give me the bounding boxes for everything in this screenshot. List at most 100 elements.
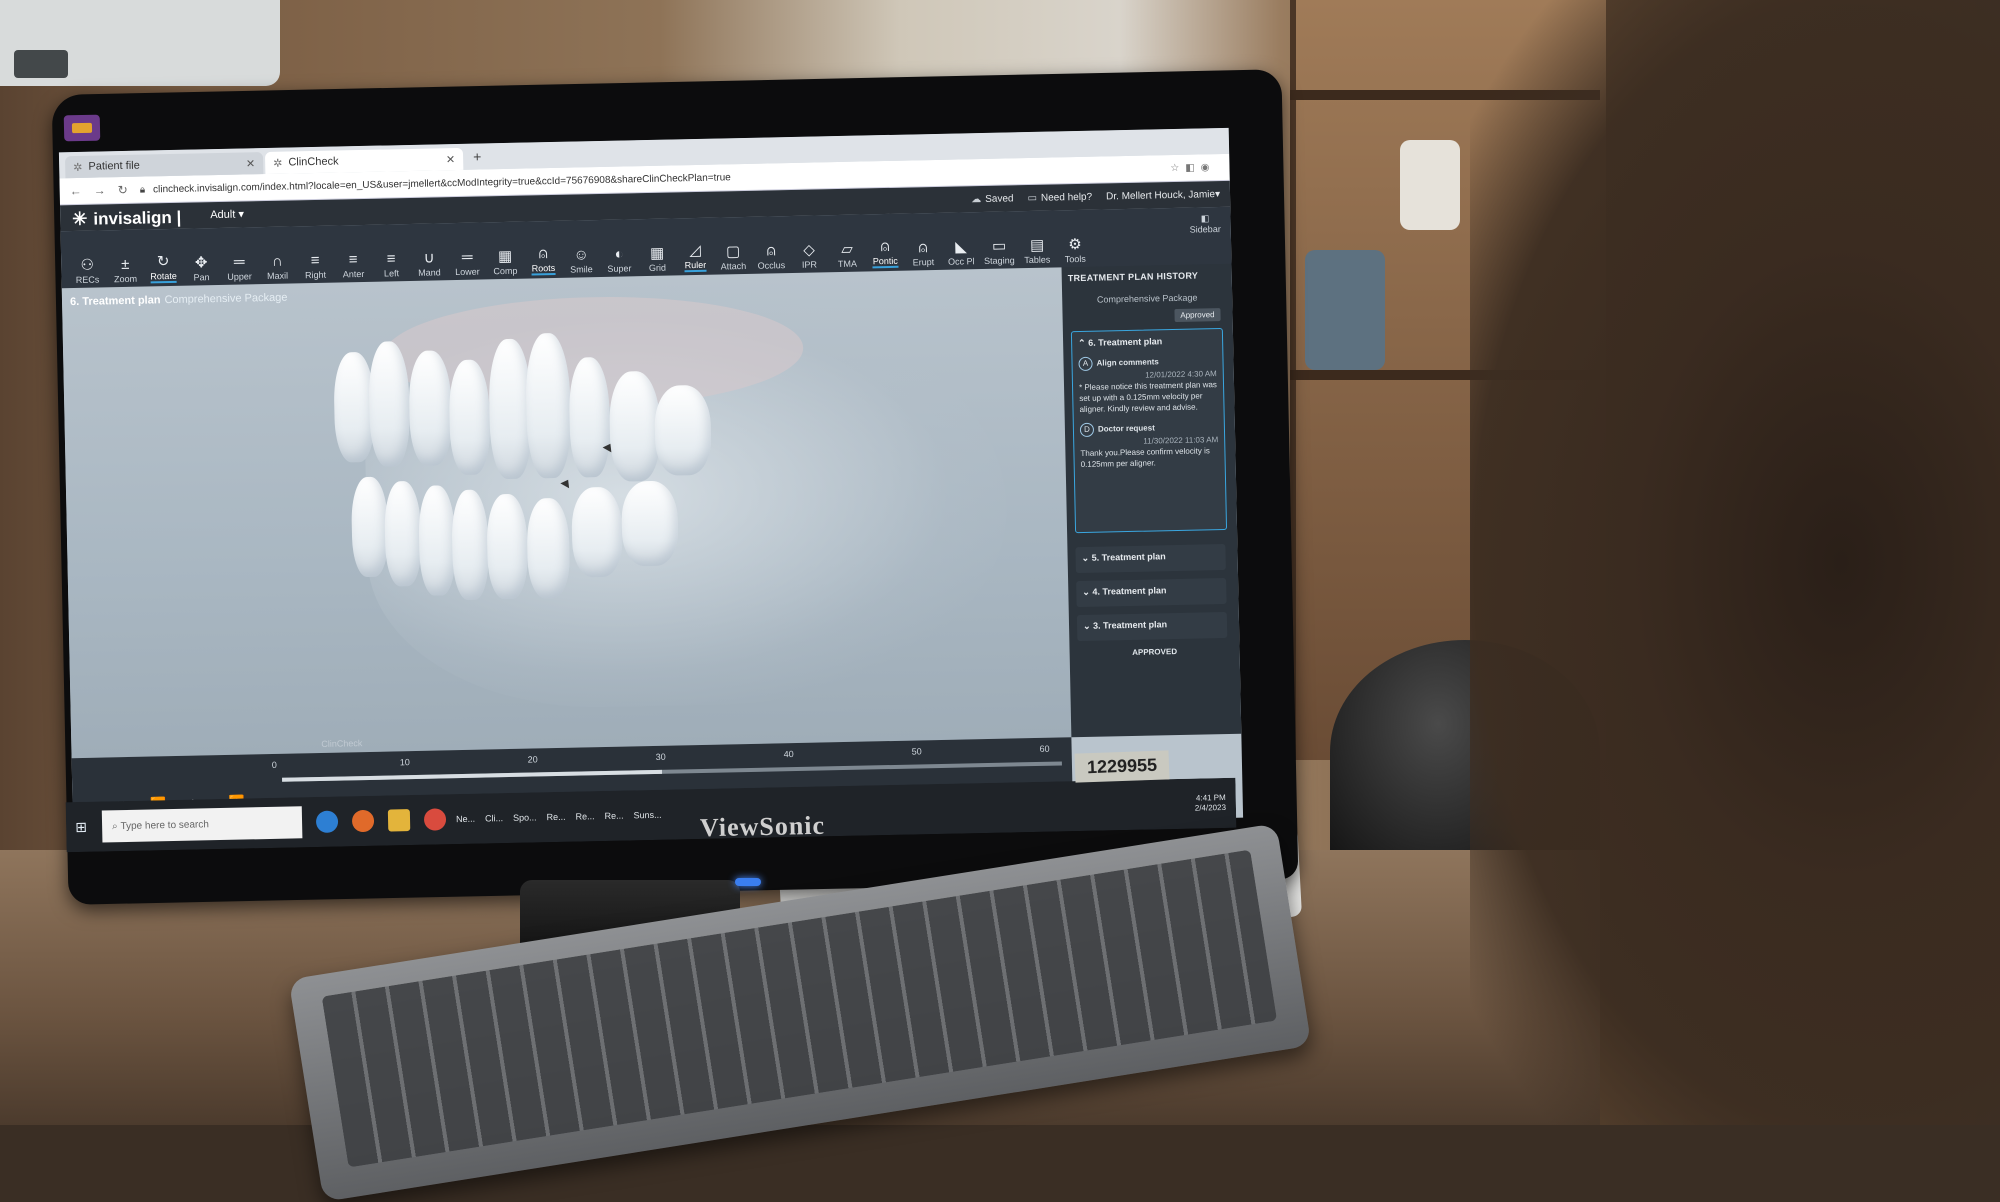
- tooth[interactable]: [653, 384, 712, 476]
- tooth[interactable]: [568, 356, 611, 478]
- taskbar-app[interactable]: Re...: [546, 812, 565, 822]
- chrome-icon[interactable]: [423, 808, 447, 831]
- tool-label: Attach: [720, 260, 747, 272]
- taskbar-search[interactable]: ⌕ Type here to search: [101, 806, 303, 843]
- timeline-tick-label: 20: [527, 754, 538, 765]
- tooth[interactable]: [350, 476, 389, 578]
- tooth[interactable]: [486, 493, 529, 600]
- firefox-icon[interactable]: [351, 809, 375, 833]
- screen: ✲ Patient file ✕ ✲ ClinCheck ✕ + ← → ↻ 🔒…: [58, 127, 1244, 843]
- comment-doctor: D Doctor request 11/30/2022 11:03 AM Than…: [1074, 418, 1225, 472]
- plan-6-card[interactable]: ⌃ 6. Treatment plan A Align comments 12/0…: [1070, 327, 1228, 534]
- tool-grid[interactable]: ▦ Grid: [639, 244, 676, 273]
- compare-icon: ▦: [497, 247, 513, 266]
- taskbar-app[interactable]: Re...: [604, 811, 623, 821]
- user-name: Dr. Mellert Houck, Jamie: [1105, 188, 1216, 202]
- clock-date: 2/4/2023: [1194, 802, 1227, 813]
- tool-staging[interactable]: ▭ Staging: [981, 237, 1018, 266]
- tool-pontic[interactable]: ⍝ Pontic: [867, 238, 904, 269]
- pan-icon: ✥: [194, 254, 208, 272]
- 3d-viewport[interactable]: 6. Treatment plan Comprehensive Package: [61, 267, 1072, 759]
- help-link[interactable]: ▭ Need help?: [1027, 191, 1092, 203]
- tool-right[interactable]: ≡ Right: [297, 252, 334, 281]
- sidebar-icon: ◧: [1200, 213, 1210, 224]
- tool-anter[interactable]: ≡ Anter: [335, 251, 372, 280]
- occlusal-plane-icon: ◣: [955, 238, 968, 256]
- tooth[interactable]: [451, 489, 490, 601]
- gear-icon: ✲: [273, 157, 283, 170]
- tool-ipr[interactable]: ◇ IPR: [791, 241, 828, 270]
- tool-maxil[interactable]: ∩ Maxil: [259, 252, 296, 281]
- tool-label: Left: [383, 268, 400, 279]
- tool-smile[interactable]: ☺ Smile: [563, 246, 600, 275]
- tool-occlus[interactable]: ⍝ Occlus: [753, 242, 790, 271]
- tool-super[interactable]: ◐ Super: [601, 245, 638, 274]
- tool-tables[interactable]: ▤ Tables: [1019, 236, 1056, 265]
- tool-label: Maxil: [266, 270, 289, 281]
- timeline-tick-label: 0: [271, 759, 277, 771]
- tool-tools[interactable]: ⚙ Tools: [1057, 236, 1094, 265]
- tool-erupt[interactable]: ⍝ Erupt: [905, 239, 942, 268]
- user-menu[interactable]: Dr. Mellert Houck, Jamie ▾: [1106, 189, 1220, 202]
- tool-roots[interactable]: ⍝ Roots: [525, 245, 562, 276]
- taskbar-app[interactable]: Suns...: [633, 810, 661, 821]
- tool-ruler[interactable]: ◿ Ruler: [677, 242, 714, 273]
- tooth[interactable]: [620, 480, 679, 567]
- url-text[interactable]: clincheck.invisalign.com/index.html?loca…: [153, 172, 731, 195]
- tool-tma[interactable]: ▱ TMA: [829, 240, 866, 269]
- tooth[interactable]: [408, 350, 453, 467]
- plan-3-header[interactable]: ⌄ 3. Treatment plan: [1076, 611, 1228, 642]
- status-badge: Approved: [1174, 308, 1221, 323]
- tab-clincheck[interactable]: ✲ ClinCheck ✕: [264, 147, 464, 175]
- tab-label: ClinCheck: [288, 155, 339, 169]
- wall-device: [0, 0, 280, 86]
- plan-4-header[interactable]: ⌄ 4. Treatment plan: [1076, 577, 1227, 608]
- tool-occ-pl[interactable]: ◣ Occ Pl: [943, 238, 980, 267]
- browser-tools-icons[interactable]: ☆◧◉: [1170, 162, 1215, 174]
- close-icon[interactable]: ✕: [246, 157, 255, 170]
- plan-6-title: 6. Treatment plan: [1088, 336, 1163, 348]
- tooth[interactable]: [526, 497, 571, 599]
- smile-icon: ☺: [573, 246, 589, 264]
- tab-label: Patient file: [88, 159, 140, 173]
- tool-left[interactable]: ≡ Left: [373, 250, 410, 279]
- cloud-icon: ☁: [971, 193, 982, 205]
- tooth[interactable]: [608, 370, 661, 482]
- tool-comp[interactable]: ▦ Comp: [487, 248, 524, 277]
- tool-pan[interactable]: ✥ Pan: [183, 254, 220, 283]
- tool-label: Tables: [1024, 254, 1051, 266]
- back-icon[interactable]: ←: [70, 184, 82, 198]
- tab-patient-file[interactable]: ✲ Patient file ✕: [64, 152, 264, 179]
- tooth[interactable]: [448, 359, 491, 476]
- patient-type-select[interactable]: Adult ▾: [210, 207, 244, 221]
- windows-start-icon[interactable]: ⊞: [66, 818, 96, 836]
- roots-icon: ⍝: [538, 245, 548, 263]
- close-icon[interactable]: ✕: [446, 153, 455, 166]
- tool-zoom[interactable]: ± Zoom: [107, 256, 144, 285]
- tool-label: Pan: [193, 272, 210, 283]
- sidebar-toggle[interactable]: ◧ Sidebar: [1189, 213, 1221, 234]
- tool-upper[interactable]: ═ Upper: [221, 253, 258, 282]
- taskbar-app[interactable]: Ne...: [456, 814, 475, 824]
- tool-label: IPR: [801, 259, 818, 270]
- tooth[interactable]: [383, 480, 423, 587]
- tool-lower[interactable]: ═ Lower: [449, 248, 486, 277]
- staging-icon: ▭: [991, 237, 1007, 255]
- tool-recs[interactable]: ⚇ RECs: [69, 256, 106, 285]
- forward-icon[interactable]: →: [94, 183, 106, 197]
- edge-icon[interactable]: [315, 810, 339, 834]
- tool-rotate[interactable]: ↻ Rotate: [145, 253, 182, 284]
- monitor-brand: ViewSonic: [699, 810, 826, 843]
- file-explorer-icon[interactable]: [387, 809, 411, 832]
- taskbar-app[interactable]: Re...: [575, 811, 594, 821]
- plan-6-header[interactable]: ⌃ 6. Treatment plan: [1072, 329, 1222, 355]
- plan-5-header[interactable]: ⌄ 5. Treatment plan: [1075, 543, 1226, 574]
- taskbar-clock[interactable]: 4:41 PM 2/4/2023: [1195, 793, 1227, 814]
- taskbar-app[interactable]: Cli...: [485, 813, 503, 823]
- tool-attach[interactable]: ▢ Attach: [715, 243, 752, 272]
- new-tab-button[interactable]: +: [473, 148, 482, 164]
- reload-icon[interactable]: ↻: [118, 183, 128, 197]
- taskbar-app[interactable]: Spo...: [513, 812, 537, 822]
- tool-mand[interactable]: ∪ Mand: [411, 249, 448, 278]
- tooth[interactable]: [571, 486, 623, 578]
